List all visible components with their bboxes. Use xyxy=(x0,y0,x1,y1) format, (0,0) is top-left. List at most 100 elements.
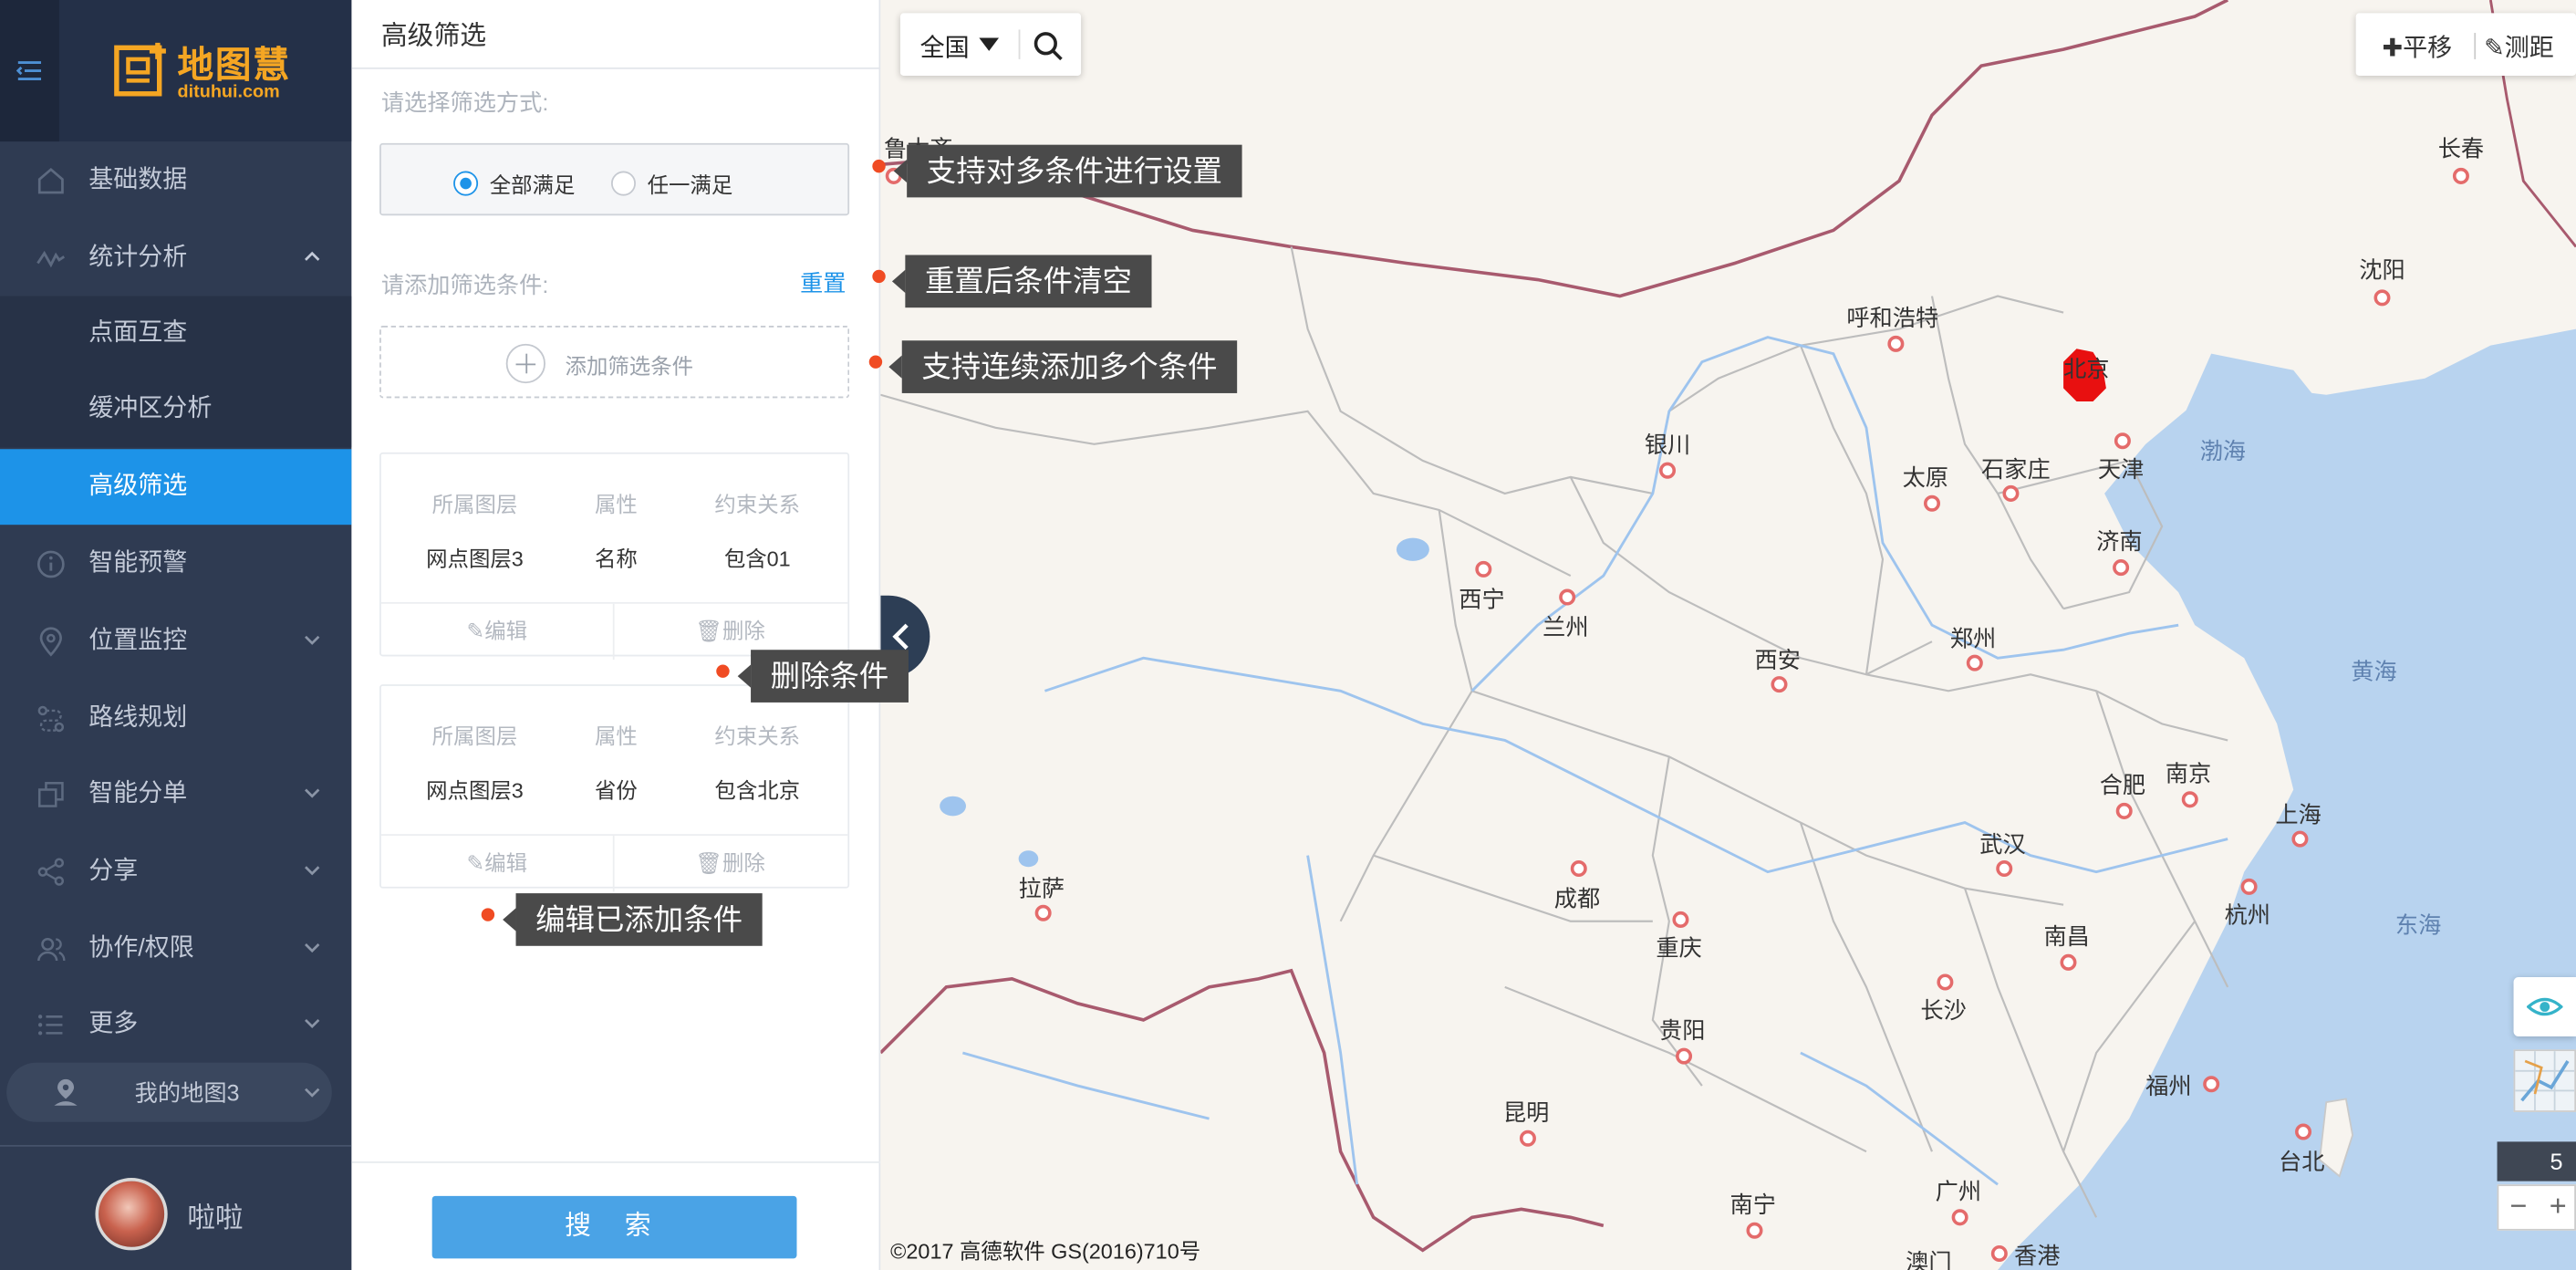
user-avatar[interactable] xyxy=(95,1178,168,1251)
condition-relation: 包含01 xyxy=(723,546,791,571)
condition-actions: ✎编辑 🗑删除 xyxy=(380,834,848,892)
sidebar-item-label: 更多 xyxy=(88,1010,139,1038)
my-map-label: 我的地图3 xyxy=(134,1078,240,1106)
city-marker[interactable] xyxy=(1923,494,1941,512)
condition-layer: 网点图层3 xyxy=(426,777,524,803)
city-label: 澳门 xyxy=(1906,1248,1952,1270)
location-pin-icon xyxy=(39,627,62,657)
sidebar-item-smart-alert[interactable]: 智能预警 xyxy=(0,526,351,602)
region-search-box: 全国 xyxy=(899,13,1082,76)
city-label: 长春 xyxy=(2437,134,2485,161)
city-marker[interactable] xyxy=(2002,484,2020,502)
edit-condition-button[interactable]: ✎编辑 xyxy=(381,836,613,891)
add-condition-button[interactable]: 添加筛选条件 xyxy=(379,326,850,399)
measure-label: 测距 xyxy=(2504,34,2554,63)
city-label: 兰州 xyxy=(1542,613,1589,640)
logo-name: 地图慧 xyxy=(177,44,291,86)
logo-row: 地图慧 dituhui.com xyxy=(0,0,352,142)
my-map-selector[interactable]: 我的地图3 xyxy=(6,1062,332,1122)
callout-dot xyxy=(716,664,730,678)
condition-attr: 省份 xyxy=(594,777,638,803)
sidebar-divider xyxy=(0,1144,352,1147)
city-marker[interactable] xyxy=(1034,904,1052,921)
city-marker[interactable] xyxy=(2114,432,2131,450)
city-marker[interactable] xyxy=(2373,289,2391,307)
measure-tool[interactable]: ✎测距 xyxy=(2484,29,2554,64)
city-label: 贵阳 xyxy=(1659,1016,1706,1044)
reset-link[interactable]: 重置 xyxy=(800,266,846,299)
city-marker[interactable] xyxy=(1570,860,1587,878)
sidebar-subitem-buffer[interactable]: 缓冲区分析 xyxy=(0,371,352,448)
edit-label: 编辑 xyxy=(484,850,528,876)
sidebar-item-collaboration[interactable]: 协作/权限 xyxy=(0,911,351,987)
city-marker[interactable] xyxy=(1951,1209,1968,1226)
menu-toggle-icon[interactable] xyxy=(0,0,59,142)
city-marker[interactable] xyxy=(2203,1076,2220,1093)
delete-condition-button[interactable]: 🗑删除 xyxy=(615,836,847,891)
city-marker[interactable] xyxy=(2115,802,2133,819)
city-marker[interactable] xyxy=(2452,167,2469,184)
city-marker[interactable] xyxy=(2291,830,2309,848)
radio-all-match[interactable]: 全部满足 xyxy=(453,168,575,199)
radio-label: 任一满足 xyxy=(647,172,733,198)
city-marker[interactable] xyxy=(2240,878,2258,895)
callout-dot xyxy=(868,355,883,369)
zoom-control: − + xyxy=(2497,1184,2576,1231)
city-label: 西安 xyxy=(1754,646,1801,673)
plus-circle-icon xyxy=(505,343,545,384)
city-marker[interactable] xyxy=(1996,860,2013,878)
sidebar-item-location-monitor[interactable]: 位置监控 xyxy=(0,604,351,680)
zoom-out-button[interactable]: − xyxy=(2498,1186,2538,1229)
zoom-in-button[interactable]: + xyxy=(2539,1186,2576,1229)
city-marker[interactable] xyxy=(1771,676,1788,693)
sidebar-item-statistics[interactable]: 统计分析 xyxy=(0,221,351,297)
city-marker[interactable] xyxy=(1746,1222,1763,1239)
sidebar-item-share[interactable]: 分享 xyxy=(0,834,351,910)
city-label: 南京 xyxy=(2165,760,2212,786)
city-marker[interactable] xyxy=(1475,560,1492,578)
city-label: 广州 xyxy=(1935,1178,1982,1204)
sidebar: 地图慧 dituhui.com 基础数据 统计分析 点面互查 缓冲区分析 高级筛… xyxy=(0,0,352,1270)
city-marker[interactable] xyxy=(2113,559,2130,577)
basemap-switcher[interactable] xyxy=(2513,1049,2576,1112)
sidebar-item-smart-dispatch[interactable]: 智能分单 xyxy=(0,756,351,832)
city-marker[interactable] xyxy=(1672,911,1689,928)
sidebar-item-label: 分享 xyxy=(88,857,139,886)
search-button[interactable]: 搜 索 xyxy=(431,1195,797,1259)
city-marker[interactable] xyxy=(1887,335,1905,352)
sidebar-subitem-point-area[interactable]: 点面互查 xyxy=(0,296,352,372)
panel-footer-divider xyxy=(351,1161,881,1163)
city-label: 合肥 xyxy=(2099,771,2146,798)
ruler-icon: ✎ xyxy=(2484,34,2505,63)
delete-label: 删除 xyxy=(722,618,765,644)
user-name[interactable]: 啦啦 xyxy=(187,1194,243,1235)
home-icon xyxy=(37,167,64,194)
sidebar-item-basic-data[interactable]: 基础数据 xyxy=(0,143,351,219)
visibility-toggle[interactable] xyxy=(2513,977,2576,1036)
map-copyright: ©2017 高德软件 GS(2016)710号 xyxy=(890,1238,1201,1264)
city-marker[interactable] xyxy=(1659,462,1677,479)
sidebar-item-label: 路线规划 xyxy=(88,703,188,733)
sidebar-item-route-planning[interactable]: 路线规划 xyxy=(0,681,351,756)
sidebar-subitem-advanced-filter[interactable]: 高级筛选 xyxy=(0,449,352,526)
search-icon[interactable] xyxy=(1032,29,1065,62)
city-marker[interactable] xyxy=(1519,1129,1536,1147)
city-marker[interactable] xyxy=(1559,588,1576,606)
sidebar-item-more[interactable]: 更多 xyxy=(0,987,351,1063)
city-marker[interactable] xyxy=(2295,1123,2312,1140)
basemap-thumbnail-icon xyxy=(2515,1051,2575,1111)
app-logo[interactable]: 地图慧 dituhui.com xyxy=(111,33,308,115)
radio-any-match[interactable]: 任一满足 xyxy=(610,168,733,199)
city-marker[interactable] xyxy=(1676,1047,1693,1065)
edit-condition-button[interactable]: ✎编辑 xyxy=(381,604,613,660)
city-marker[interactable] xyxy=(1990,1244,2008,1262)
map-toolbar: ✚平移 ✎测距 xyxy=(2355,13,2576,76)
city-marker[interactable] xyxy=(1937,973,1954,991)
pan-tool[interactable]: ✚平移 xyxy=(2382,29,2452,64)
city-marker[interactable] xyxy=(2060,953,2077,971)
pan-label: 平移 xyxy=(2403,34,2453,63)
region-select[interactable]: 全国 xyxy=(920,29,970,64)
city-marker[interactable] xyxy=(2181,791,2198,808)
city-marker[interactable] xyxy=(1966,654,1983,671)
callout-reset: 重置后条件清空 xyxy=(891,255,1152,308)
